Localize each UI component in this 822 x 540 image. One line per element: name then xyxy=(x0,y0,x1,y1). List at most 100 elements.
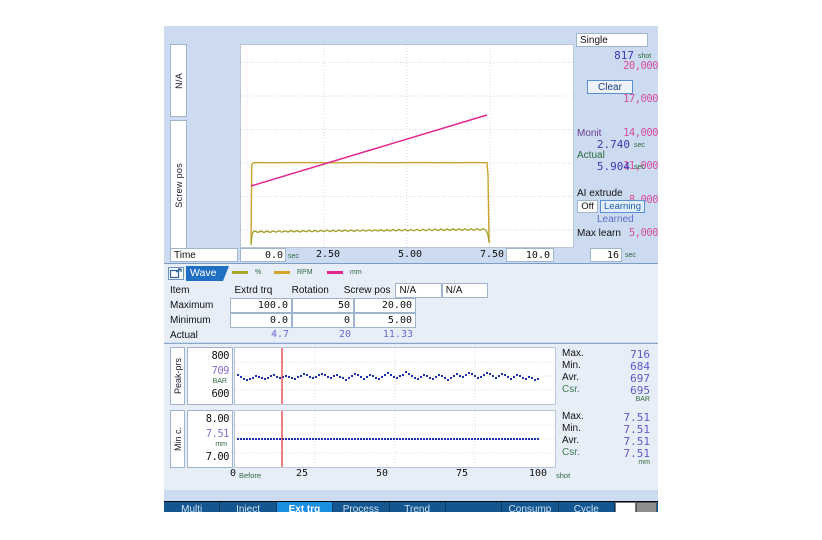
wave-plot-svg xyxy=(241,45,573,247)
tab-list: Multi wave Inject pressure Ext trq monit… xyxy=(164,502,658,512)
min-screw-pos-input[interactable]: 5.00 xyxy=(354,313,416,328)
peak-prs-avr-label: Avr. xyxy=(562,372,579,383)
actual-extrd-trq-value: 4.7 xyxy=(230,328,292,343)
trend-strip-min-c: Min c. 8.00 7.51 mm 7.00 xyxy=(164,410,658,470)
legend-swatch-screw-pos xyxy=(327,271,343,274)
peak-prs-axis-label: Peak-prs xyxy=(173,358,183,394)
table-row-item: Item Extrd trq Rotation Screw pos N/A N/… xyxy=(168,283,488,298)
trend-x-tick-25: 25 xyxy=(296,468,308,479)
max-rotation-input[interactable]: 50 xyxy=(292,298,354,313)
peak-prs-tick-bottom: 600 xyxy=(212,388,229,400)
bottom-tab-bar: Multi wave Inject pressure Ext trq monit… xyxy=(164,501,658,512)
screenshot-root: N/A Screw pos 20,000 17,000 14,000 11,00… xyxy=(0,0,822,540)
na-field-2[interactable]: N/A xyxy=(442,283,488,298)
actual-rotation-value: 20 xyxy=(292,328,354,343)
series-extrd-trq xyxy=(251,229,489,245)
max-extrd-trq-input[interactable]: 100.0 xyxy=(230,298,292,313)
trend-x-unit: shot xyxy=(556,471,570,480)
trend-strip-peak-prs: Peak-prs 800 709 BAR 600 xyxy=(164,347,658,407)
x-tick-500: 5.00 xyxy=(398,249,422,260)
ai-extrude-label: AI extrude xyxy=(577,188,623,199)
min-c-tick-bottom: 7.00 xyxy=(206,451,229,463)
tab-trend-chart[interactable]: Trend chart xyxy=(390,502,446,512)
min-c-stats: Max. 7.51 Min. 7.51 Avr. 7.51 Csr. 7.51 xyxy=(560,410,656,468)
peak-prs-axis-label-box: Peak-prs xyxy=(170,347,185,405)
tab-cycle-diagnos[interactable]: Cycle diagnos xyxy=(559,502,615,512)
legend-item-rotation: RPM xyxy=(274,269,313,276)
time-end-input[interactable]: 10.0 xyxy=(506,248,554,262)
ai-learned-status: Learned xyxy=(597,214,634,225)
wave-tab-label[interactable]: Wave xyxy=(186,266,229,281)
trend-before-label: Before xyxy=(239,471,261,480)
min-c-avr-label: Avr. xyxy=(562,435,579,446)
monit-unit: sec xyxy=(634,142,645,149)
table-row-minimum: Minimum 0.0 0 5.00 xyxy=(168,313,488,328)
actual-unit: sec xyxy=(634,164,645,171)
col-header-extrd-trq: Extrd trq xyxy=(225,283,282,298)
wave-tab[interactable]: Wave xyxy=(168,266,228,281)
tab-process-monitor[interactable]: Process monitor xyxy=(333,502,389,512)
peak-prs-tick-unit: BAR xyxy=(213,378,227,385)
legend-unit-rpm: RPM xyxy=(297,269,313,276)
y-axis-lower-label: Screw pos xyxy=(174,163,184,208)
peak-prs-tick-current: 709 xyxy=(212,365,229,377)
prev-page-button[interactable]: ‹ xyxy=(615,502,636,512)
table-row-actual: Actual 4.7 20 11.33 xyxy=(168,328,488,343)
actual-screw-pos-value: 11.33 xyxy=(354,328,416,343)
time-start-unit: sec xyxy=(288,253,299,260)
min-c-max-label: Max. xyxy=(562,411,584,422)
tab-ext-trq-monitor-line1: Ext trq xyxy=(277,504,332,512)
next-page-button[interactable]: › xyxy=(636,502,657,512)
ai-off-button[interactable]: Off xyxy=(577,200,598,213)
tab-consump-power[interactable]: Consump power xyxy=(502,502,558,512)
max-screw-pos-input[interactable]: 20.00 xyxy=(354,298,416,313)
table-row-maximum: Maximum 100.0 50 20.00 xyxy=(168,298,488,313)
max-learn-input[interactable]: 16 xyxy=(590,248,622,262)
grid-lines xyxy=(241,45,573,247)
time-label: Time xyxy=(170,248,238,262)
y-axis-upper-label-box: N/A xyxy=(170,44,187,117)
tab-process-monitor-line1: Process xyxy=(333,504,388,512)
wave-legend-table-block: Wave % RPM mm Item Extrd trq Rotation Sc… xyxy=(164,263,658,342)
legend-item-extrd-trq: % xyxy=(232,269,261,276)
wave-time-axis-row: Time 0.0 sec 2.50 5.00 7.50 10.0 xyxy=(170,248,572,262)
trend-strips-area: Peak-prs 800 709 BAR 600 xyxy=(164,343,658,490)
tab-consump-power-line1: Consump xyxy=(502,504,557,512)
time-start-input[interactable]: 0.0 xyxy=(240,248,286,262)
tab-multi-wave[interactable]: Multi wave xyxy=(164,502,220,512)
clear-button[interactable]: Clear xyxy=(587,80,633,94)
peak-prs-tick-column: 800 709 BAR 600 xyxy=(187,347,233,405)
tab-inject-pressure[interactable]: Inject pressure xyxy=(220,502,276,512)
external-window-icon[interactable] xyxy=(168,267,184,280)
y-axis-lower-label-box: Screw pos xyxy=(170,120,187,250)
mode-select[interactable]: Single xyxy=(576,33,648,47)
min-c-plot-svg xyxy=(235,411,555,467)
min-c-plot-area[interactable] xyxy=(234,410,556,468)
row-label-actual: Actual xyxy=(168,328,230,343)
legend-swatch-rotation xyxy=(274,271,290,274)
x-tick-250: 2.50 xyxy=(316,249,340,260)
tab-ext-trq-monitor[interactable]: Ext trq monitor xyxy=(277,502,333,512)
tab-empty-slot[interactable] xyxy=(446,502,502,512)
application-window: N/A Screw pos 20,000 17,000 14,000 11,00… xyxy=(164,26,658,512)
peak-prs-plot-area[interactable] xyxy=(234,347,556,405)
max-learn-unit: sec xyxy=(625,252,636,259)
trend-x-tick-0: 0 xyxy=(230,468,236,479)
trend-x-tick-100: 100 xyxy=(529,468,547,479)
tab-trend-chart-line1: Trend xyxy=(390,504,445,512)
min-c-csr-label: Csr. xyxy=(562,447,580,458)
ai-learning-button[interactable]: Learning xyxy=(600,200,645,213)
trend-x-axis: 0 Before 25 50 75 100 shot xyxy=(234,468,556,482)
min-rotation-input[interactable]: 0 xyxy=(292,313,354,328)
min-c-min-label: Min. xyxy=(562,423,581,434)
shot-count-unit: shot xyxy=(638,53,651,60)
max-learn-label: Max learn xyxy=(577,228,621,239)
wave-plot-area[interactable] xyxy=(240,44,574,248)
peak-prs-tick-top: 800 xyxy=(212,350,229,362)
trend-x-tick-50: 50 xyxy=(376,468,388,479)
na-field-1[interactable]: N/A xyxy=(395,283,441,298)
tab-multi-wave-line1: Multi xyxy=(164,504,219,512)
row-label-maximum: Maximum xyxy=(168,298,230,313)
min-c-axis-label-box: Min c. xyxy=(170,410,185,468)
min-extrd-trq-input[interactable]: 0.0 xyxy=(230,313,292,328)
